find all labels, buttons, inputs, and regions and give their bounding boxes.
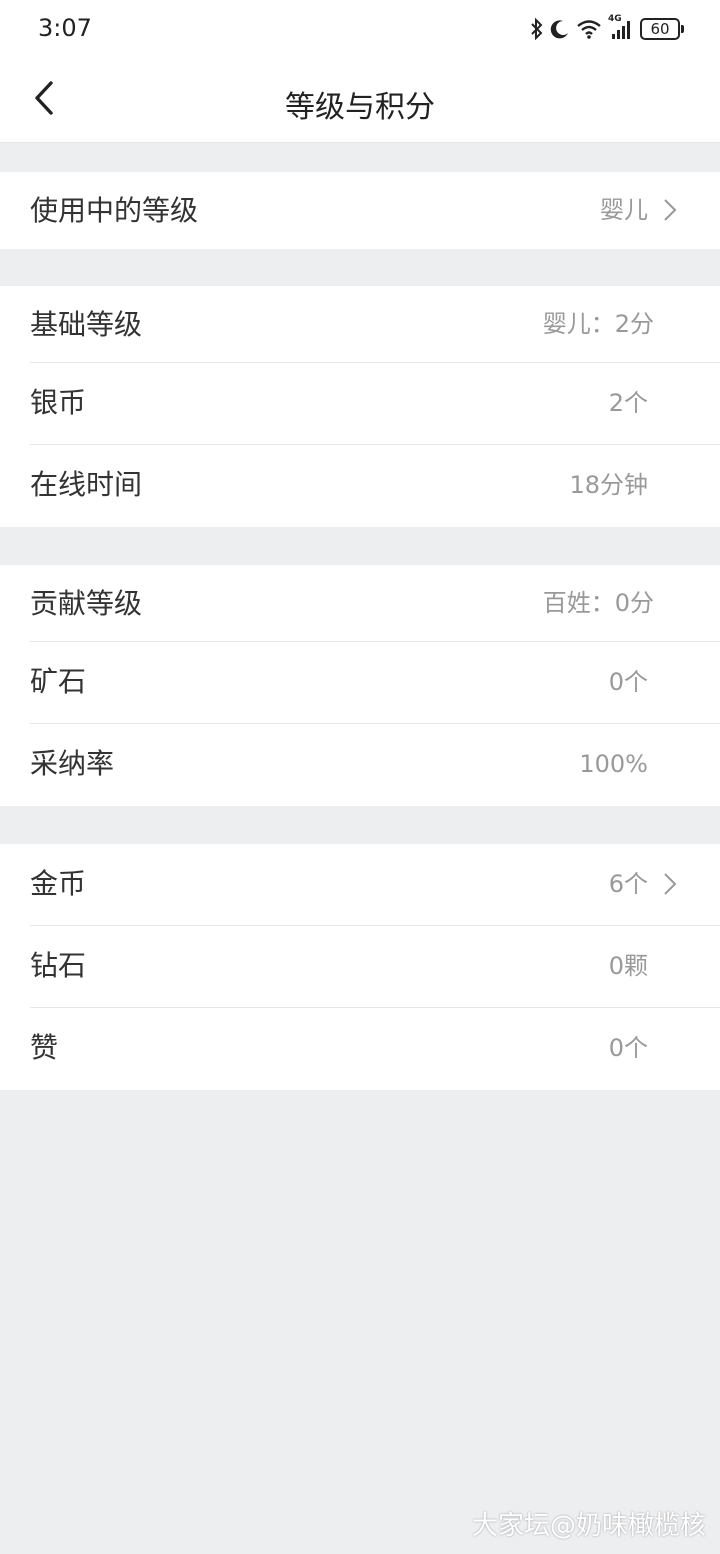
row-value: 百姓：0分 xyxy=(542,589,654,617)
row-value: 100% xyxy=(579,750,648,778)
bluetooth-icon xyxy=(530,18,544,40)
chevron-right-icon xyxy=(664,873,677,895)
row-label: 钻石 xyxy=(30,949,87,982)
battery-icon: 60 xyxy=(640,18,684,40)
nav-bar: 等级与积分 xyxy=(0,60,720,143)
row-label: 矿石 xyxy=(30,665,87,698)
row-diamonds: 钻石 0颗 xyxy=(0,926,720,1008)
section-basic-level: 基础等级 婴儿：2分 银币 2个 在线时间 18分钟 xyxy=(0,286,720,527)
row-label: 使用中的等级 xyxy=(30,194,199,227)
row-value: 6个 xyxy=(608,870,648,898)
row-gold-coins[interactable]: 金币 6个 xyxy=(0,844,720,926)
status-icons: 4G 60 xyxy=(530,14,684,42)
row-label: 采纳率 xyxy=(30,747,115,780)
status-bar: 3:07 4G 60 xyxy=(0,0,720,60)
row-value: 18分钟 xyxy=(569,471,648,499)
section-currencies: 金币 6个 钻石 0颗 赞 0个 xyxy=(0,844,720,1090)
battery-level: 60 xyxy=(640,18,680,40)
row-value: 婴儿：2分 xyxy=(542,310,654,338)
row-value: 婴儿 xyxy=(600,196,648,224)
row-label: 金币 xyxy=(30,867,87,900)
battery-tip xyxy=(681,25,684,33)
status-time: 3:07 xyxy=(38,14,92,42)
row-contribution-level: 贡献等级 百姓：0分 xyxy=(0,565,720,642)
row-current-level[interactable]: 使用中的等级 婴儿 xyxy=(0,172,720,249)
chevron-right-icon xyxy=(664,199,677,221)
row-likes: 赞 0个 xyxy=(0,1008,720,1090)
row-value: 0个 xyxy=(608,668,648,696)
moon-icon xyxy=(550,19,570,39)
signal-4g-icon: 4G xyxy=(608,14,634,40)
section-contribution-level: 贡献等级 百姓：0分 矿石 0个 采纳率 100% xyxy=(0,565,720,806)
page-title: 等级与积分 xyxy=(285,90,435,125)
wifi-icon xyxy=(576,19,602,39)
row-online-time: 在线时间 18分钟 xyxy=(0,445,720,527)
row-value: 0个 xyxy=(608,1034,648,1062)
row-silver-coins: 银币 2个 xyxy=(0,363,720,445)
row-value: 0颗 xyxy=(608,952,648,980)
row-label: 在线时间 xyxy=(30,468,143,501)
row-label: 贡献等级 xyxy=(30,587,143,620)
row-adoption-rate: 采纳率 100% xyxy=(0,724,720,806)
section-current-level: 使用中的等级 婴儿 xyxy=(0,172,720,249)
row-label: 基础等级 xyxy=(30,308,143,341)
row-basic-level: 基础等级 婴儿：2分 xyxy=(0,286,720,363)
row-value: 2个 xyxy=(608,389,648,417)
row-ore: 矿石 0个 xyxy=(0,642,720,724)
watermark: 大家坛@奶味橄榄核 xyxy=(471,1511,706,1541)
row-label: 赞 xyxy=(30,1031,59,1064)
row-label: 银币 xyxy=(30,386,87,419)
